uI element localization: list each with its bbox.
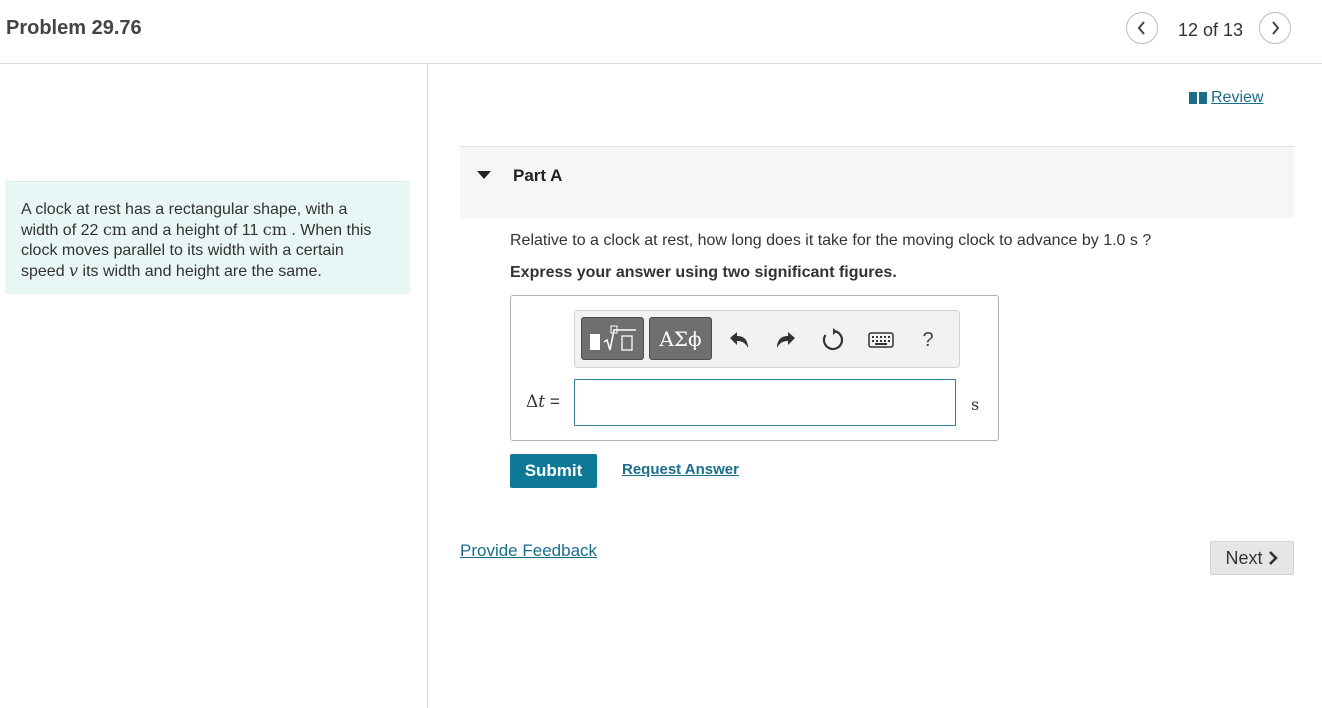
intro-line-3: clock moves parallel to its width with a… [21, 242, 344, 259]
intro-line-2: width of 22 cm and a height of 11 cm . W… [21, 220, 394, 241]
part-label: Part A [513, 166, 563, 185]
chevron-right-icon [1268, 551, 1278, 565]
question-text: Relative to a clock at rest, how long do… [510, 232, 1152, 249]
unit-cm: cm [102, 220, 127, 239]
symbols-label: ΑΣϕ [659, 326, 702, 351]
undo-icon [730, 332, 748, 348]
redo-button[interactable] [773, 325, 799, 355]
equals-sign: = [545, 392, 560, 411]
header-bar: Problem 29.76 12 of 13 [0, 0, 1322, 64]
part-a-header[interactable]: Part A [460, 146, 1294, 218]
caret-down-icon[interactable] [477, 171, 491, 179]
chevron-right-icon [1272, 21, 1280, 35]
answer-unit: s [971, 395, 980, 414]
math-templates-icon [589, 325, 636, 351]
review-label: Review [1211, 89, 1264, 106]
column-divider [427, 64, 428, 708]
problem-title: Problem 29.76 [6, 17, 142, 39]
intro-line-1: A clock at rest has a rectangular shape,… [21, 201, 348, 218]
problem-counter: 12 of 13 [1178, 20, 1244, 40]
math-toolbar: ΑΣϕ ? [574, 310, 960, 368]
intro-text: and a height of 11 [126, 222, 263, 239]
reset-button[interactable] [820, 325, 846, 355]
next-problem-button[interactable] [1259, 12, 1291, 44]
next-label: Next [1225, 547, 1263, 568]
next-button[interactable]: Next [1210, 541, 1294, 575]
answer-variable-label: Δt = [526, 392, 560, 412]
book-icon [1189, 92, 1207, 104]
answer-input[interactable] [574, 379, 956, 426]
review-link[interactable]: Review [1189, 89, 1263, 107]
instruction-text: Express your answer using two significan… [510, 264, 897, 281]
intro-text: its width and height are the same. [78, 263, 322, 280]
help-label: ? [922, 328, 934, 351]
help-button[interactable]: ? [915, 325, 941, 355]
previous-problem-button[interactable] [1126, 12, 1158, 44]
variable-v: v [69, 261, 79, 280]
templates-button[interactable] [581, 317, 644, 360]
delta-symbol: Δ [526, 392, 539, 412]
chevron-left-icon [1137, 21, 1145, 35]
undo-button[interactable] [726, 325, 752, 355]
redo-icon [777, 332, 795, 348]
answer-area: ΑΣϕ ? Δt = s [510, 295, 999, 441]
keyboard-button[interactable] [866, 325, 896, 355]
intro-text: . When this [286, 222, 372, 239]
intro-text: width of 22 [21, 222, 103, 239]
unit-cm: cm [262, 220, 287, 239]
intro-text: speed [21, 263, 70, 280]
symbols-button[interactable]: ΑΣϕ [649, 317, 712, 360]
submit-button[interactable]: Submit [510, 454, 597, 488]
intro-line-4: speed v its width and height are the sam… [21, 261, 394, 282]
reset-icon [822, 328, 844, 351]
request-answer-link[interactable]: Request Answer [622, 461, 739, 478]
provide-feedback-link[interactable]: Provide Feedback [460, 541, 597, 561]
problem-intro: A clock at rest has a rectangular shape,… [5, 181, 410, 294]
keyboard-icon [868, 332, 894, 348]
